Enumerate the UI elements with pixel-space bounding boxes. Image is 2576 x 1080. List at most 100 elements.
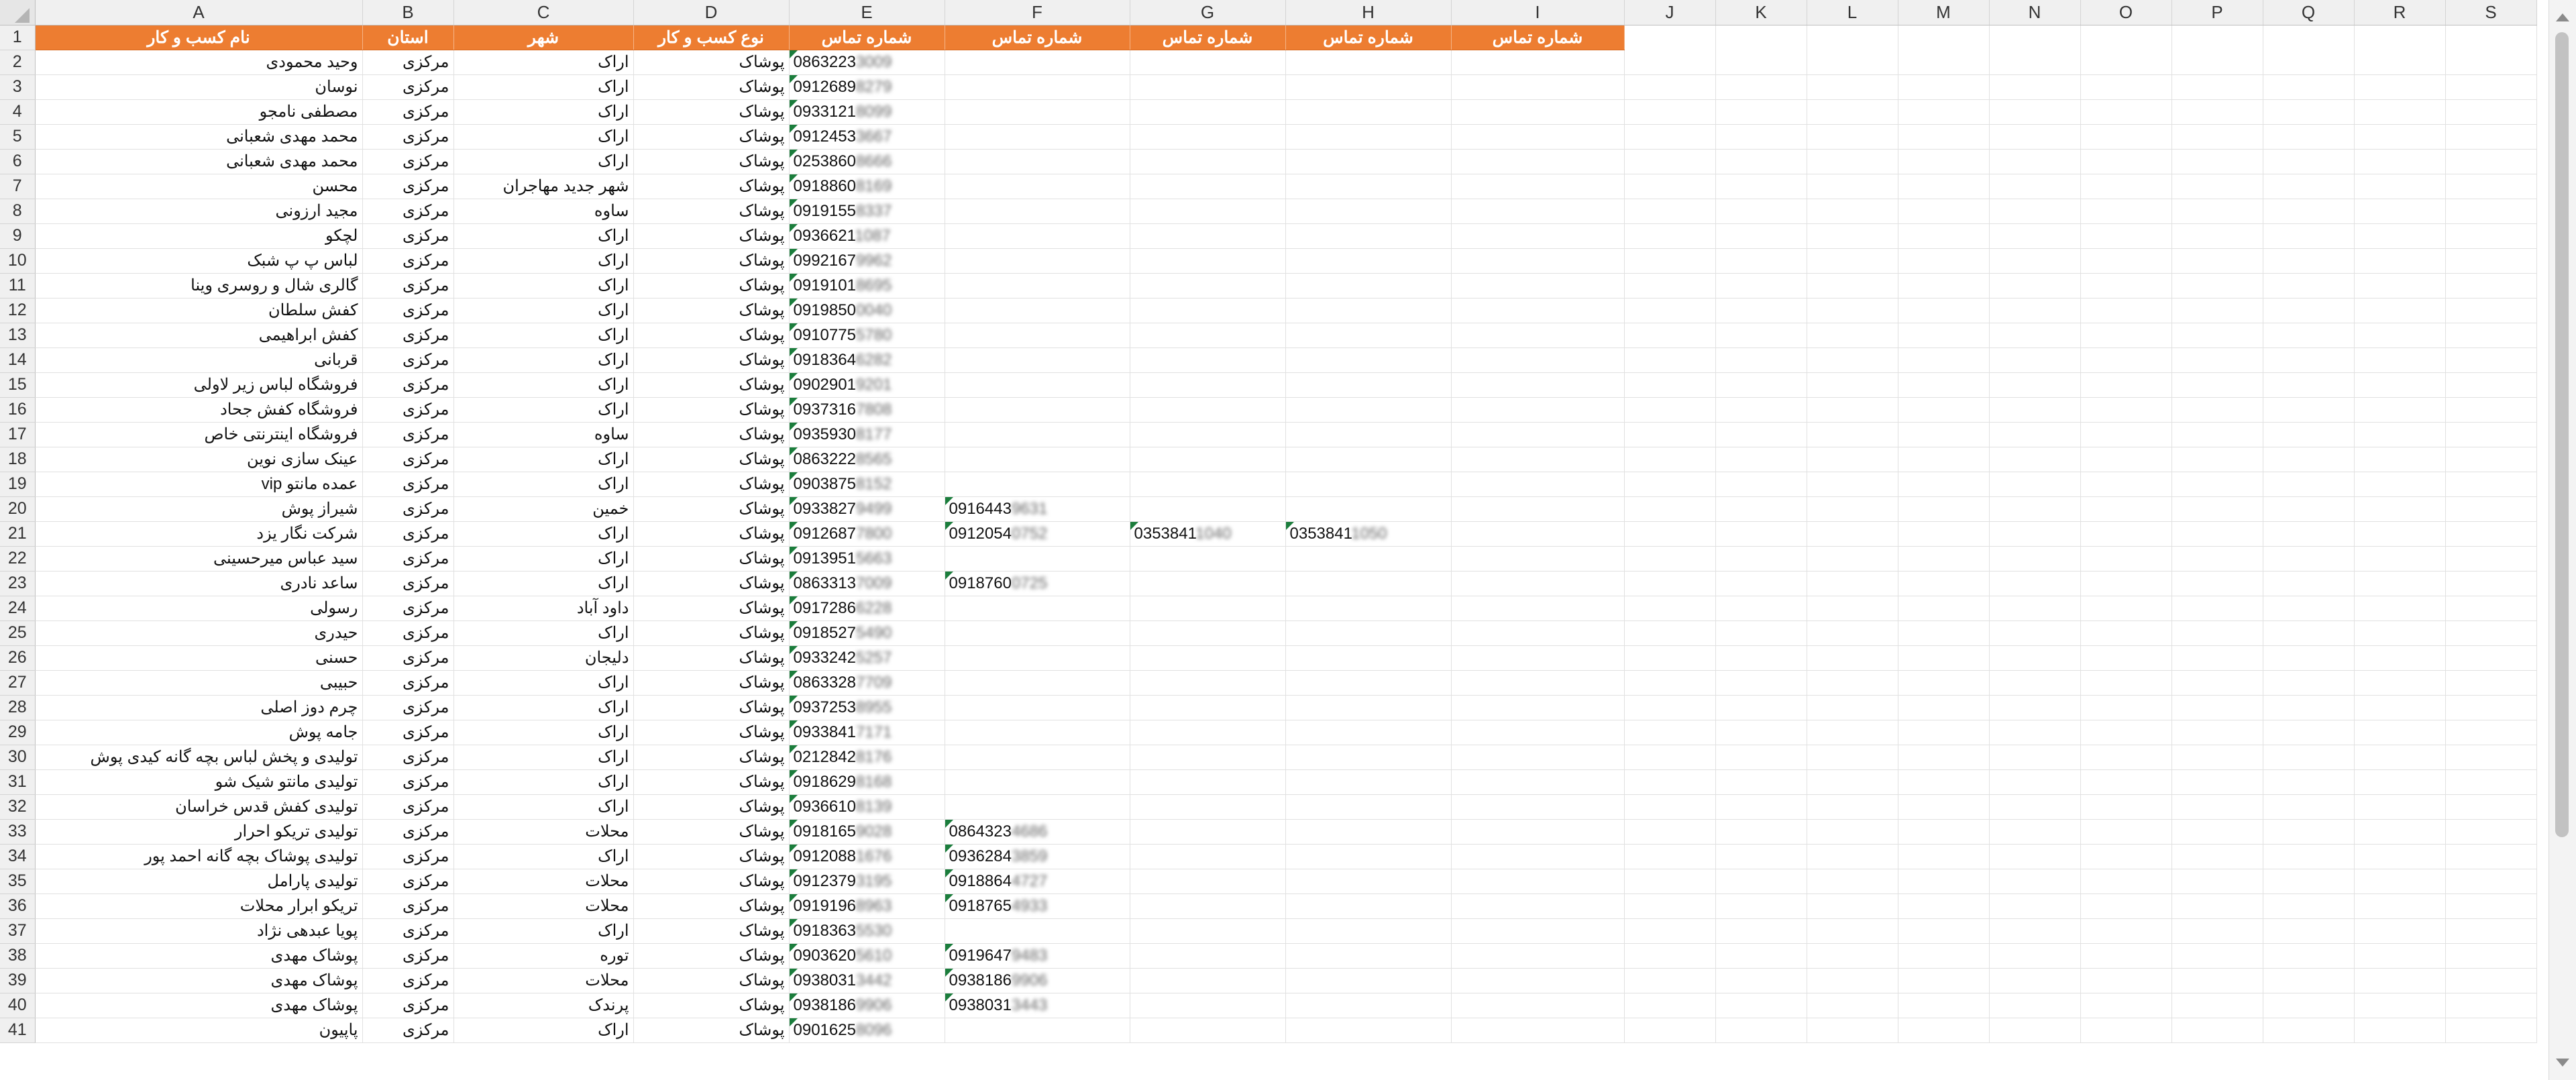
empty-cell[interactable] xyxy=(1715,248,1807,274)
row-header[interactable]: 13 xyxy=(0,323,36,348)
empty-cell[interactable] xyxy=(1715,943,1807,969)
empty-cell[interactable] xyxy=(2445,149,2537,174)
empty-cell[interactable] xyxy=(1989,74,2081,100)
empty-cell[interactable] xyxy=(1451,273,1625,299)
empty-cell[interactable] xyxy=(1807,347,1898,373)
empty-cell[interactable] xyxy=(1624,968,1716,993)
empty-cell[interactable] xyxy=(1715,918,1807,944)
empty-cell[interactable] xyxy=(1130,149,1286,174)
cell-phone-2[interactable]: 09380313443 xyxy=(945,993,1130,1018)
empty-cell[interactable] xyxy=(1989,248,2081,274)
cell-business-type[interactable]: پوشاک xyxy=(633,50,790,75)
cell-business-type[interactable]: پوشاک xyxy=(633,174,790,199)
empty-cell[interactable] xyxy=(1807,372,1898,398)
empty-cell[interactable] xyxy=(945,472,1130,497)
empty-cell[interactable] xyxy=(2080,819,2172,845)
empty-cell[interactable] xyxy=(1989,844,2081,869)
empty-cell[interactable] xyxy=(2445,794,2537,820)
empty-cell[interactable] xyxy=(1898,571,1990,596)
cell-phone-2[interactable]: 09381869906 xyxy=(945,968,1130,993)
empty-cell[interactable] xyxy=(2171,124,2263,150)
empty-cell[interactable] xyxy=(2354,571,2446,596)
cell-city[interactable]: اراک xyxy=(453,298,634,323)
empty-cell[interactable] xyxy=(2171,745,2263,770)
row-header[interactable]: 30 xyxy=(0,745,36,770)
empty-cell[interactable] xyxy=(1130,174,1286,199)
empty-cell[interactable] xyxy=(2171,199,2263,224)
row-header[interactable]: 19 xyxy=(0,472,36,497)
empty-cell[interactable] xyxy=(2080,596,2172,621)
empty-cell[interactable] xyxy=(2445,819,2537,845)
cell-city[interactable]: ساوه xyxy=(453,199,634,224)
empty-cell[interactable] xyxy=(1807,670,1898,696)
empty-cell[interactable] xyxy=(2445,844,2537,869)
cell-business-name[interactable]: فروشگاه اینترنتی خاص xyxy=(35,422,363,447)
empty-cell[interactable] xyxy=(2263,273,2355,299)
empty-cell[interactable] xyxy=(2080,99,2172,125)
spreadsheet-grid[interactable]: ABCDEFGHIJKLMNOPQRS 1 نام کسب و کار استا… xyxy=(0,0,2549,1080)
cell-phone-1[interactable]: 08633287709 xyxy=(789,670,945,696)
empty-cell[interactable] xyxy=(1451,1018,1625,1043)
row-header[interactable]: 31 xyxy=(0,769,36,795)
empty-cell[interactable] xyxy=(945,174,1130,199)
empty-cell[interactable] xyxy=(2445,894,2537,919)
empty-cell[interactable] xyxy=(2354,794,2446,820)
cell-city[interactable]: توره xyxy=(453,943,634,969)
empty-cell[interactable] xyxy=(1715,447,1807,472)
cell-province[interactable]: مرکزی xyxy=(362,596,454,621)
cell-phone-1[interactable]: 09186298168 xyxy=(789,769,945,795)
empty-cell[interactable] xyxy=(1715,472,1807,497)
cell-phone-2[interactable]: 09196479483 xyxy=(945,943,1130,969)
empty-cell[interactable] xyxy=(1898,50,1990,75)
cell-city[interactable]: اراک xyxy=(453,248,634,274)
empty-cell[interactable] xyxy=(2445,596,2537,621)
empty-cell[interactable] xyxy=(1451,844,1625,869)
empty-cell[interactable] xyxy=(1989,869,2081,894)
empty-cell[interactable] xyxy=(2080,794,2172,820)
empty-cell[interactable] xyxy=(2354,50,2446,75)
empty-cell[interactable] xyxy=(2354,298,2446,323)
scrollbar-thumb[interactable] xyxy=(2555,32,2569,837)
empty-cell[interactable] xyxy=(2445,521,2537,547)
empty-cell[interactable] xyxy=(945,74,1130,100)
empty-cell[interactable] xyxy=(1130,645,1286,671)
empty-cell[interactable] xyxy=(2171,323,2263,348)
row-header[interactable]: 3 xyxy=(0,74,36,100)
empty-cell[interactable] xyxy=(945,124,1130,150)
vertical-scrollbar[interactable] xyxy=(2548,0,2576,1080)
cell-business-name[interactable]: تولیدی پوشاک بچه گانه احمد پور xyxy=(35,844,363,869)
empty-cell[interactable] xyxy=(2080,521,2172,547)
cell-business-type[interactable]: پوشاک xyxy=(633,124,790,150)
empty-cell[interactable] xyxy=(1898,596,1990,621)
empty-cell[interactable] xyxy=(1807,695,1898,720)
cell-phone-1[interactable]: 09359308177 xyxy=(789,422,945,447)
empty-cell[interactable] xyxy=(1285,968,1452,993)
empty-cell[interactable] xyxy=(1624,25,1716,50)
column-header-d[interactable]: D xyxy=(633,0,790,25)
row-header[interactable]: 21 xyxy=(0,521,36,547)
empty-cell[interactable] xyxy=(1624,546,1716,572)
empty-cell[interactable] xyxy=(1451,347,1625,373)
cell-province[interactable]: مرکزی xyxy=(362,347,454,373)
cell-city[interactable]: اراک xyxy=(453,695,634,720)
cell-province[interactable]: مرکزی xyxy=(362,298,454,323)
cell-phone-1[interactable]: 09191018695 xyxy=(789,273,945,299)
cell-business-type[interactable]: پوشاک xyxy=(633,397,790,423)
cell-province[interactable]: مرکزی xyxy=(362,745,454,770)
header-cell-province[interactable]: استان xyxy=(362,25,454,50)
empty-cell[interactable] xyxy=(945,620,1130,646)
row-header[interactable]: 41 xyxy=(0,1018,36,1043)
cell-business-type[interactable]: پوشاک xyxy=(633,248,790,274)
row-header[interactable]: 18 xyxy=(0,447,36,472)
cell-business-name[interactable]: پویا عبدهی نژاد xyxy=(35,918,363,944)
empty-cell[interactable] xyxy=(1989,447,2081,472)
cell-city[interactable]: اراک xyxy=(453,472,634,497)
empty-cell[interactable] xyxy=(2354,918,2446,944)
empty-cell[interactable] xyxy=(2354,447,2446,472)
cell-business-name[interactable]: کفش سلطان xyxy=(35,298,363,323)
cell-province[interactable]: مرکزی xyxy=(362,447,454,472)
empty-cell[interactable] xyxy=(1130,447,1286,472)
cell-business-type[interactable]: پوشاک xyxy=(633,894,790,919)
row-header[interactable]: 27 xyxy=(0,670,36,696)
empty-cell[interactable] xyxy=(1807,869,1898,894)
